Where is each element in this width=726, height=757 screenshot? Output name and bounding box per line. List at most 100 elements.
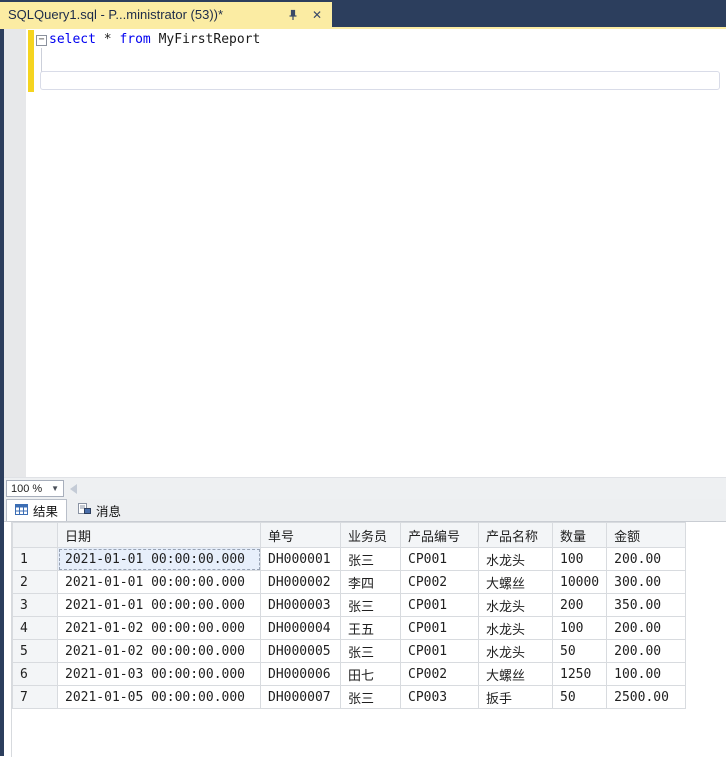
grid-cell[interactable]: CP002: [400, 662, 479, 686]
grid-cell[interactable]: 水龙头: [478, 547, 553, 571]
grid-cell[interactable]: 200.00: [606, 639, 687, 663]
grid-cell[interactable]: 50: [551, 639, 608, 663]
grid-cell[interactable]: 大螺丝: [478, 662, 553, 686]
grid-cell[interactable]: 1250: [551, 662, 608, 686]
current-line-outline: [40, 71, 720, 90]
grid-column-header[interactable]: 单号: [260, 522, 341, 548]
grid-row-header[interactable]: 5: [12, 639, 58, 663]
grid-cell[interactable]: CP003: [400, 685, 479, 709]
grid-cell[interactable]: 大螺丝: [478, 570, 553, 594]
code-token-plain: MyFirstReport: [150, 32, 261, 47]
code-token-keyword: select: [49, 32, 96, 47]
grid-cell[interactable]: CP002: [400, 570, 479, 594]
table-row: 7 2021-01-05 00:00:00.000 DH000007 张三 CP003 扳…: [12, 685, 687, 709]
table-row: 4 2021-01-02 00:00:00.000 DH000004 王五 CP001 水…: [12, 616, 687, 640]
grid-cell[interactable]: 2021-01-02 00:00:00.000: [57, 639, 261, 663]
table-row: 6 2021-01-03 00:00:00.000 DH000006 田七 CP002 大…: [12, 662, 687, 686]
close-icon[interactable]: ✕: [310, 8, 324, 22]
grid-cell[interactable]: 2021-01-01 00:00:00.000: [57, 570, 261, 594]
table-row: 1 2021-01-01 00:00:00.000 DH000001 张三 CP001 水…: [12, 547, 687, 571]
code-fold-collapse-icon[interactable]: −: [36, 35, 47, 46]
tab-results-label: 结果: [33, 505, 59, 519]
code-token-plain: *: [95, 32, 120, 47]
grid-row-header[interactable]: 7: [12, 685, 58, 709]
grid-cell[interactable]: CP001: [400, 593, 479, 617]
grid-cell[interactable]: 50: [551, 685, 608, 709]
grid-row-header[interactable]: 3: [12, 593, 58, 617]
grid-row-header[interactable]: 1: [12, 547, 58, 571]
grid-cell[interactable]: 2021-01-01 00:00:00.000: [57, 593, 261, 617]
tab-results[interactable]: 结果: [6, 499, 68, 521]
grid-cell[interactable]: 2500.00: [606, 685, 687, 709]
grid-cell[interactable]: 2021-01-03 00:00:00.000: [57, 662, 261, 686]
grid-cell[interactable]: DH000006: [260, 662, 341, 686]
grid-cell[interactable]: 200.00: [606, 616, 687, 640]
fold-region-line: [41, 48, 42, 71]
grid-cell[interactable]: 350.00: [606, 593, 687, 617]
results-grid-pane: 日期 单号 业务员 产品编号 产品名称 数量 金额 1 2021-01-01 00:00:00.…: [4, 521, 726, 757]
grid-column-header[interactable]: 金额: [606, 522, 687, 548]
document-tab-sqlquery1[interactable]: SQLQuery1.sql - P...ministrator (53))* ✕: [0, 2, 332, 27]
grid-cell[interactable]: 10000: [551, 570, 608, 594]
grid-cell[interactable]: CP001: [400, 639, 479, 663]
modified-lines-bar: [28, 30, 34, 92]
grid-cell[interactable]: 水龙头: [478, 639, 553, 663]
grid-cell[interactable]: DH000001: [260, 547, 341, 571]
results-tab-strip: 结果 消息: [4, 499, 726, 521]
pin-icon[interactable]: [286, 8, 300, 22]
grid-column-header[interactable]: 日期: [57, 522, 261, 548]
results-grid-icon: [15, 503, 28, 518]
grid-cell[interactable]: 200.00: [606, 547, 687, 571]
grid-cell[interactable]: 水龙头: [478, 593, 553, 617]
grid-cell[interactable]: 张三: [340, 639, 401, 663]
tab-messages[interactable]: 消息: [70, 499, 129, 521]
grid-cell[interactable]: DH000007: [260, 685, 341, 709]
zoom-level-value: 100 %: [11, 482, 43, 495]
code-token-keyword: from: [119, 32, 151, 47]
grid-cell-selected[interactable]: 2021-01-01 00:00:00.000: [57, 547, 261, 571]
grid-cell[interactable]: DH000005: [260, 639, 341, 663]
table-row: 2 2021-01-01 00:00:00.000 DH000002 李四 CP002 大…: [12, 570, 687, 594]
sql-query-text[interactable]: select * from MyFirstReport: [49, 32, 260, 47]
sql-editor[interactable]: − select * from MyFirstReport: [4, 29, 726, 477]
grid-column-header[interactable]: 数量: [551, 522, 608, 548]
grid-cell[interactable]: 2021-01-02 00:00:00.000: [57, 616, 261, 640]
grid-cell[interactable]: CP001: [400, 616, 479, 640]
editor-status-strip: 100 % ▼: [4, 477, 726, 499]
results-grid: 日期 单号 业务员 产品编号 产品名称 数量 金额 1 2021-01-01 00:00:00.…: [12, 522, 687, 709]
editor-gutter: [4, 29, 26, 477]
grid-cell[interactable]: 田七: [340, 662, 401, 686]
document-tab-title: SQLQuery1.sql - P...ministrator (53))*: [8, 7, 224, 22]
grid-cell[interactable]: 100: [551, 616, 608, 640]
grid-cell[interactable]: CP001: [400, 547, 479, 571]
grid-row-header[interactable]: 4: [12, 616, 58, 640]
grid-cell[interactable]: 张三: [340, 593, 401, 617]
grid-cell[interactable]: DH000002: [260, 570, 341, 594]
grid-cell[interactable]: 200: [551, 593, 608, 617]
grid-corner-cell[interactable]: [12, 522, 58, 548]
table-row: 3 2021-01-01 00:00:00.000 DH000003 张三 CP001 水…: [12, 593, 687, 617]
grid-cell[interactable]: 2021-01-05 00:00:00.000: [57, 685, 261, 709]
grid-cell[interactable]: 张三: [340, 685, 401, 709]
grid-cell[interactable]: DH000003: [260, 593, 341, 617]
grid-cell[interactable]: 扳手: [478, 685, 553, 709]
grid-column-header[interactable]: 产品编号: [400, 522, 479, 548]
table-row: 5 2021-01-02 00:00:00.000 DH000005 张三 CP001 水…: [12, 639, 687, 663]
grid-cell[interactable]: 300.00: [606, 570, 687, 594]
zoom-level-dropdown[interactable]: 100 % ▼: [6, 480, 64, 497]
grid-cell[interactable]: 张三: [340, 547, 401, 571]
grid-column-header[interactable]: 业务员: [340, 522, 401, 548]
grid-cell[interactable]: 李四: [340, 570, 401, 594]
grid-row-header[interactable]: 6: [12, 662, 58, 686]
grid-cell[interactable]: 水龙头: [478, 616, 553, 640]
messages-icon: [78, 502, 91, 518]
scroll-left-arrow-icon[interactable]: [70, 484, 77, 494]
grid-cell[interactable]: 100: [551, 547, 608, 571]
grid-row-header[interactable]: 2: [12, 570, 58, 594]
chevron-down-icon: ▼: [51, 484, 59, 493]
grid-column-header[interactable]: 产品名称: [478, 522, 553, 548]
grid-cell[interactable]: DH000004: [260, 616, 341, 640]
grid-cell[interactable]: 王五: [340, 616, 401, 640]
grid-cell[interactable]: 100.00: [606, 662, 687, 686]
grid-header-row: 日期 单号 业务员 产品编号 产品名称 数量 金额: [12, 522, 687, 548]
